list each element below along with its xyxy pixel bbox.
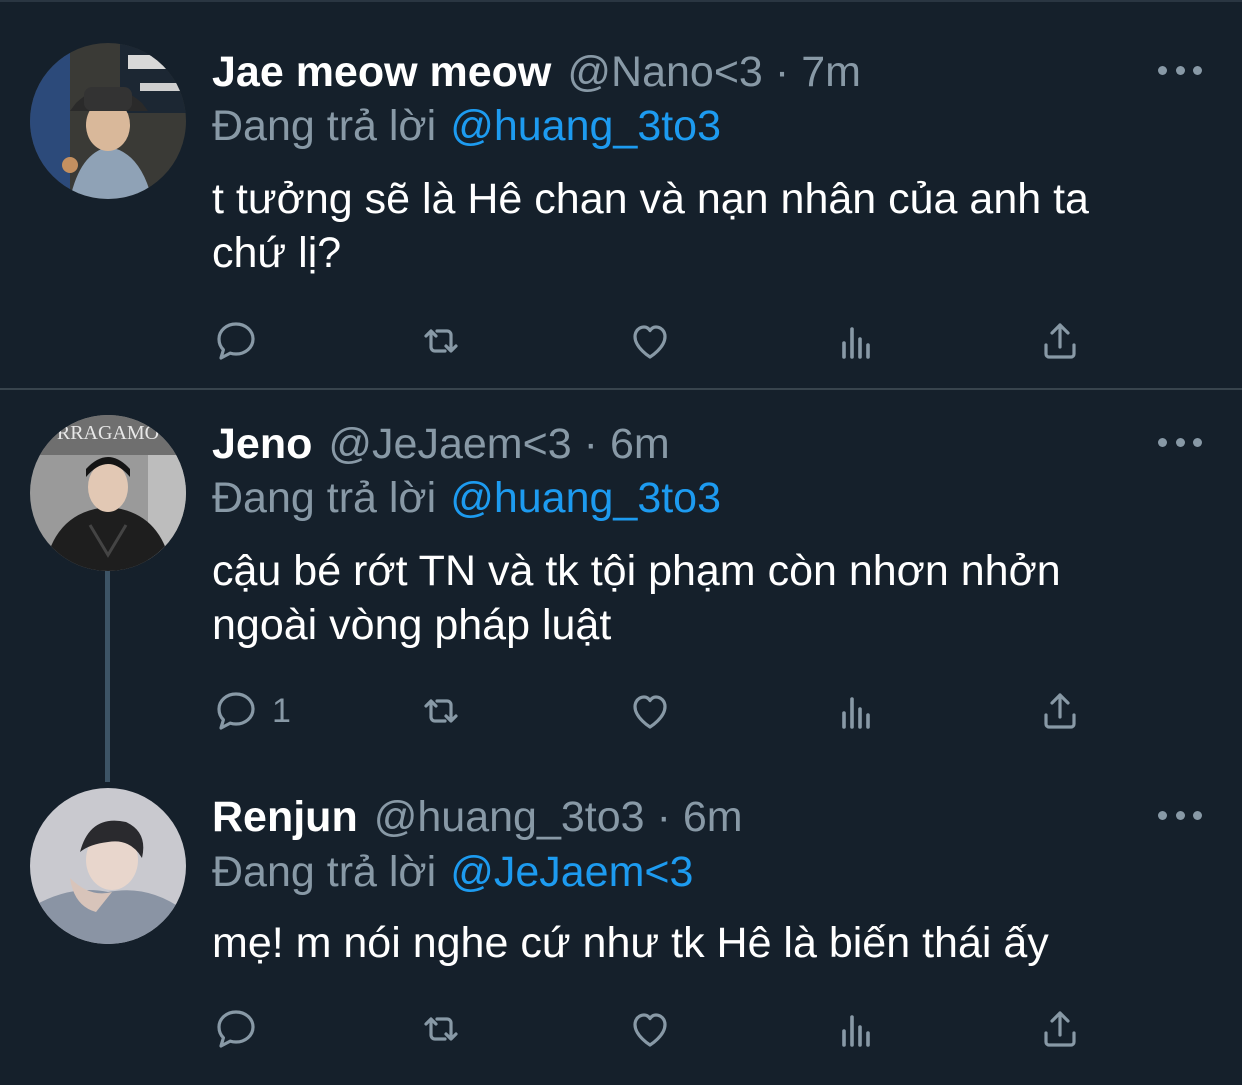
tweet-text: cậu bé rớt TN và tk tội phạm còn nhơn nh… [212,544,1212,652]
tweet-header: Jae meow meow @Nano<3 · 7m [212,45,861,99]
share-icon [1044,1011,1076,1047]
reply-button[interactable]: 1 [212,686,291,736]
retweet-icon [424,1017,458,1041]
analytics-icon [842,697,870,729]
more-options-icon[interactable] [1158,805,1202,825]
user-handle[interactable]: @huang_3to3 [374,793,645,842]
reply-button[interactable] [212,316,260,366]
replying-to-label: Đang trả lời [212,102,437,150]
share-button[interactable] [1036,316,1084,366]
share-icon [1044,693,1076,729]
user-handle[interactable]: @JeJaem<3 [328,420,571,469]
timestamp[interactable]: 7m [801,48,861,97]
retweet-icon [424,699,458,723]
retweet-button[interactable] [417,316,465,366]
separator-dot: · [774,47,790,96]
tweet-text: mẹ! m nói nghe cứ như tk Hê là biến thái… [212,916,1212,970]
reply-button[interactable] [212,1004,260,1054]
analytics-icon [842,1015,870,1047]
reply-count: 1 [272,691,291,730]
replying-to: Đang trả lời @huang_3to3 [212,474,721,523]
analytics-button[interactable] [832,1004,880,1054]
analytics-icon [842,327,870,359]
timestamp[interactable]: 6m [683,793,743,842]
tweet-thread: Jae meow meow @Nano<3 · 7m Đang trả lời @… [0,0,1242,1085]
tweet-text-line: cậu bé rớt TN và tk tội phạm còn nhơn nh… [212,547,1061,595]
replying-to-label: Đang trả lời [212,848,437,896]
sign-text: RRAGAMO [57,422,159,444]
thread-connector-line [105,570,110,782]
tweet-actions [212,316,1112,366]
tweet-text-line: mẹ! m nói nghe cứ như tk Hê là biến thái… [212,919,1049,967]
tweet-actions: 1 [212,686,1112,736]
avatar[interactable] [30,788,186,944]
tweet-3[interactable]: Renjun @huang_3to3 · 6m Đang trả lời @JeJ… [0,782,1242,1085]
replying-to: Đang trả lời @huang_3to3 [212,102,721,151]
tweet-1[interactable]: Jae meow meow @Nano<3 · 7m Đang trả lời @… [0,0,1242,388]
like-icon [633,1013,667,1047]
share-button[interactable] [1036,686,1084,736]
tweet-text: t tưởng sẽ là Hê chan và nạn nhân của an… [212,172,1212,280]
tweet-header: Jeno @JeJaem<3 · 6m [212,417,670,471]
retweet-button[interactable] [417,686,465,736]
share-button[interactable] [1036,1004,1084,1054]
analytics-button[interactable] [832,316,880,366]
user-handle[interactable]: @Nano<3 [567,48,762,97]
display-name[interactable]: Renjun [212,793,358,842]
replying-to-handle[interactable]: @JeJaem<3 [450,848,693,896]
replying-to-handle[interactable]: @huang_3to3 [450,102,721,150]
tweet-2[interactable]: RRAGAMO Jeno @JeJaem<3 · 6m Đang trả lời… [0,390,1242,782]
retweet-icon [424,329,458,353]
timestamp[interactable]: 6m [610,420,670,469]
like-button[interactable] [626,1004,674,1054]
tweet-text-line: t tưởng sẽ là Hê chan và nạn nhân của an… [212,175,1089,223]
reply-icon [217,1010,255,1048]
share-icon [1044,323,1076,359]
avatar-hoodie-photo [30,788,186,944]
tweet-header: Renjun @huang_3to3 · 6m [212,790,743,844]
like-icon [633,695,667,729]
avatar[interactable]: RRAGAMO [30,415,186,571]
separator-dot: · [656,792,671,841]
reply-icon [217,692,255,730]
like-button[interactable] [626,316,674,366]
replying-to: Đang trả lời @JeJaem<3 [212,848,693,897]
more-options-icon[interactable] [1158,60,1202,80]
avatar-leather-jacket-photo: RRAGAMO [30,415,186,571]
display-name[interactable]: Jeno [212,420,312,469]
separator-dot: · [583,419,598,468]
tweet-text-line: ngoài vòng pháp luật [212,601,612,649]
tweet-actions [212,1004,1112,1054]
reply-icon [217,322,255,360]
like-button[interactable] [626,686,674,736]
retweet-button[interactable] [417,1004,465,1054]
analytics-button[interactable] [832,686,880,736]
like-icon [633,325,667,359]
display-name[interactable]: Jae meow meow [212,48,551,97]
tweet-text-line: chứ lị? [212,229,342,277]
replying-to-handle[interactable]: @huang_3to3 [450,474,721,522]
more-options-icon[interactable] [1158,432,1202,452]
replying-to-label: Đang trả lời [212,474,437,522]
avatar-bucket-hat-photo [30,43,186,199]
avatar[interactable] [30,43,186,199]
